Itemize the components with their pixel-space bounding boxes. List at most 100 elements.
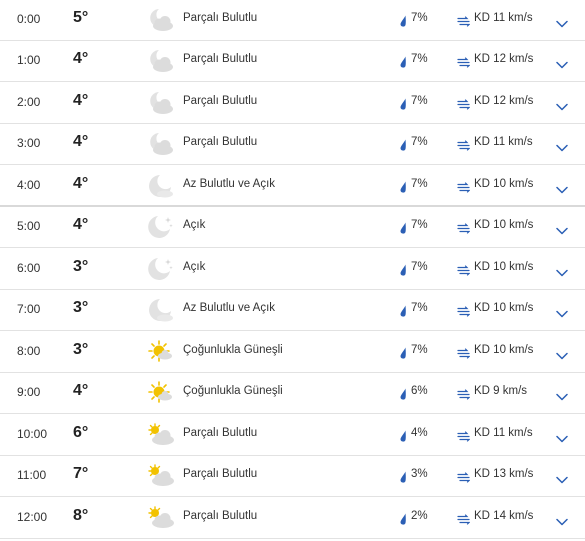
forecast-row[interactable]: 2:00 4° Parçalı Bulutlu 7% KD 12 km/s	[0, 83, 585, 124]
condition-text: Parçalı Bulutlu	[183, 53, 258, 65]
condition-text: Az Bulutlu ve Açık	[183, 178, 276, 190]
wind-icon	[457, 14, 471, 27]
precipitation-chance: 7%	[411, 53, 428, 65]
precipitation-chance: 7%	[411, 178, 428, 190]
wind-speed: KD 10 km/s	[474, 219, 534, 231]
wind-icon	[457, 221, 471, 234]
wind-icon	[457, 55, 471, 68]
mostly-clear-night-icon	[146, 296, 176, 324]
wind-speed: KD 9 km/s	[474, 385, 528, 397]
partly-cloudy-day-icon	[146, 462, 176, 490]
wind-speed: KD 11 km/s	[474, 427, 533, 439]
mostly-clear-night-icon	[146, 172, 176, 200]
forecast-row[interactable]: 10:00 6° Parçalı Bulutlu 4% KD 11 km/s	[0, 415, 585, 456]
chevron-down-icon[interactable]	[556, 264, 568, 277]
rain-drop-icon	[399, 346, 407, 359]
wind-speed: KD 10 km/s	[474, 344, 534, 356]
temperature: 3°	[73, 258, 89, 275]
rain-drop-icon	[399, 221, 407, 234]
chevron-down-icon[interactable]	[556, 388, 568, 401]
condition-text: Parçalı Bulutlu	[183, 12, 258, 24]
chevron-down-icon[interactable]	[556, 56, 568, 69]
temperature: 7°	[73, 465, 89, 482]
chevron-down-icon[interactable]	[556, 181, 568, 194]
temperature: 5°	[73, 9, 89, 26]
chevron-down-icon[interactable]	[556, 513, 568, 526]
wind-speed: KD 12 km/s	[474, 53, 534, 65]
hour-label: 8:00	[17, 344, 41, 358]
hour-label: 11:00	[17, 468, 47, 482]
wind-speed: KD 10 km/s	[474, 302, 534, 314]
wind-icon	[457, 263, 471, 276]
chevron-down-icon[interactable]	[556, 139, 568, 152]
forecast-row[interactable]: 7:00 3° Az Bulutlu ve Açık 7% KD 10 km/s	[0, 290, 585, 331]
forecast-row[interactable]: 8:00 3° Çoğunlukla Güneşli 7% KD 10 km/s	[0, 332, 585, 373]
chevron-down-icon[interactable]	[556, 305, 568, 318]
chevron-down-icon[interactable]	[556, 15, 568, 28]
wind-speed: KD 10 km/s	[474, 178, 534, 190]
rain-drop-icon	[399, 180, 407, 193]
hour-label: 3:00	[17, 136, 41, 150]
hour-label: 6:00	[17, 261, 41, 275]
rain-drop-icon	[399, 55, 407, 68]
forecast-row[interactable]: 1:00 4° Parçalı Bulutlu 7% KD 12 km/s	[0, 41, 585, 82]
wind-icon	[457, 470, 471, 483]
partly-cloudy-night-icon	[146, 89, 176, 117]
forecast-row[interactable]: 6:00 3° Açık 7% KD 10 km/s	[0, 249, 585, 290]
condition-text: Çoğunlukla Güneşli	[183, 385, 283, 397]
partly-cloudy-night-icon	[146, 6, 176, 34]
temperature: 4°	[73, 50, 89, 67]
forecast-row[interactable]: 0:00 5° Parçalı Bulutlu 7% KD 11 km/s	[0, 0, 585, 41]
precipitation-chance: 7%	[411, 136, 428, 148]
wind-speed: KD 14 km/s	[474, 510, 534, 522]
precipitation-chance: 3%	[411, 468, 428, 480]
forecast-row[interactable]: 3:00 4° Parçalı Bulutlu 7% KD 11 km/s	[0, 124, 585, 165]
temperature: 4°	[73, 382, 89, 399]
clear-night-icon	[146, 213, 176, 241]
hour-label: 4:00	[17, 178, 41, 192]
temperature: 4°	[73, 175, 89, 192]
temperature: 6°	[73, 424, 89, 441]
chevron-down-icon[interactable]	[556, 98, 568, 111]
wind-icon	[457, 346, 471, 359]
wind-icon	[457, 180, 471, 193]
forecast-row[interactable]: 11:00 7° Parçalı Bulutlu 3% KD 13 km/s	[0, 456, 585, 497]
forecast-row[interactable]: 4:00 4° Az Bulutlu ve Açık 7% KD 10 km/s	[0, 166, 585, 207]
wind-speed: KD 11 km/s	[474, 12, 533, 24]
hour-label: 5:00	[17, 219, 41, 233]
rain-drop-icon	[399, 14, 407, 27]
condition-text: Çoğunlukla Güneşli	[183, 344, 283, 356]
rain-drop-icon	[399, 387, 407, 400]
chevron-down-icon[interactable]	[556, 471, 568, 484]
hour-label: 7:00	[17, 302, 41, 316]
temperature: 3°	[73, 299, 89, 316]
condition-text: Az Bulutlu ve Açık	[183, 302, 276, 314]
wind-icon	[457, 138, 471, 151]
rain-drop-icon	[399, 97, 407, 110]
wind-icon	[457, 512, 471, 525]
forecast-row[interactable]: 5:00 4° Açık 7% KD 10 km/s	[0, 207, 585, 248]
partly-cloudy-night-icon	[146, 47, 176, 75]
condition-text: Parçalı Bulutlu	[183, 95, 258, 107]
wind-icon	[457, 387, 471, 400]
temperature: 4°	[73, 216, 89, 233]
precipitation-chance: 7%	[411, 261, 428, 273]
hour-label: 9:00	[17, 385, 41, 399]
rain-drop-icon	[399, 304, 407, 317]
chevron-down-icon[interactable]	[556, 430, 568, 443]
wind-speed: KD 10 km/s	[474, 261, 534, 273]
precipitation-chance: 7%	[411, 302, 428, 314]
chevron-down-icon[interactable]	[556, 347, 568, 360]
wind-icon	[457, 429, 471, 442]
hour-label: 10:00	[17, 427, 48, 441]
temperature: 3°	[73, 341, 89, 358]
clear-night-icon	[146, 255, 176, 283]
wind-speed: KD 11 km/s	[474, 136, 533, 148]
temperature: 8°	[73, 507, 89, 524]
forecast-row[interactable]: 12:00 8° Parçalı Bulutlu 2% KD 14 km/s	[0, 498, 585, 539]
forecast-row[interactable]: 9:00 4° Çoğunlukla Güneşli 6% KD 9 km/s	[0, 373, 585, 414]
precipitation-chance: 7%	[411, 12, 428, 24]
partly-cloudy-night-icon	[146, 130, 176, 158]
chevron-down-icon[interactable]	[556, 222, 568, 235]
rain-drop-icon	[399, 429, 407, 442]
